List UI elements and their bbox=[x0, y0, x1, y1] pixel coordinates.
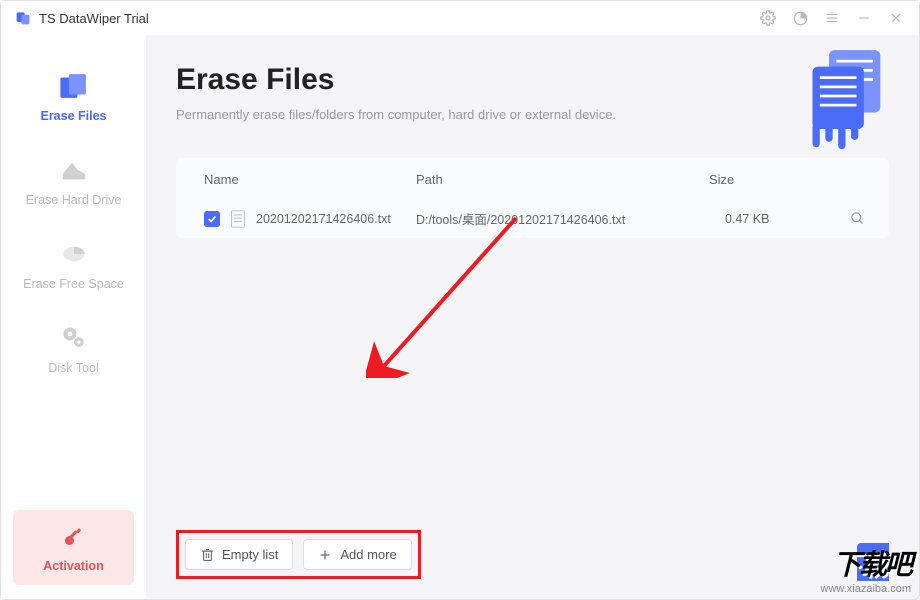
sidebar-item-label: Erase Files bbox=[40, 109, 106, 123]
sidebar-item-disk-tool[interactable]: Disk Tool bbox=[1, 305, 146, 389]
list-header: Name Path Size bbox=[196, 172, 869, 199]
sidebar-item-label: Erase Hard Drive bbox=[26, 193, 122, 207]
annotation-highlight-box: Empty list Add more bbox=[176, 530, 421, 579]
file-icon bbox=[230, 210, 246, 228]
activation-label: Activation bbox=[43, 559, 103, 573]
sidebar-item-erase-files[interactable]: Erase Files bbox=[1, 53, 146, 137]
add-more-button[interactable]: Add more bbox=[303, 539, 411, 570]
menu-icon[interactable] bbox=[823, 9, 841, 27]
titlebar: TS DataWiper Trial bbox=[1, 1, 919, 35]
gear-icon[interactable] bbox=[759, 9, 777, 27]
hard-drive-icon bbox=[56, 155, 92, 185]
page-title: Erase Files bbox=[176, 63, 889, 97]
row-path: D:/tools/桌面/20201202171426406.txt bbox=[416, 209, 725, 228]
clock-icon[interactable] bbox=[791, 9, 809, 27]
table-row[interactable]: 20201202171426406.txt D:/tools/桌面/202012… bbox=[196, 199, 869, 238]
col-header-path: Path bbox=[416, 172, 709, 187]
empty-list-button[interactable]: Empty list bbox=[185, 539, 293, 570]
titlebar-controls bbox=[759, 9, 905, 27]
row-filename: 20201202171426406.txt bbox=[256, 212, 391, 226]
pie-chart-icon bbox=[56, 239, 92, 269]
file-list: Name Path Size 20201202171426406.txt D:/… bbox=[176, 158, 889, 238]
sidebar-item-erase-free-space[interactable]: Erase Free Space bbox=[1, 221, 146, 305]
plus-icon bbox=[318, 549, 332, 561]
page-subtitle: Permanently erase files/folders from com… bbox=[176, 107, 889, 122]
checkbox-icon[interactable] bbox=[204, 211, 220, 227]
key-icon bbox=[62, 524, 86, 553]
close-icon[interactable] bbox=[887, 9, 905, 27]
erase-files-icon bbox=[56, 71, 92, 101]
app-logo-icon bbox=[15, 10, 31, 26]
trash-icon bbox=[200, 548, 214, 562]
sidebar-item-label: Disk Tool bbox=[48, 361, 98, 375]
col-header-name: Name bbox=[196, 172, 416, 187]
bottom-bar: Empty list Add more bbox=[176, 530, 889, 581]
primary-action-partial[interactable] bbox=[857, 543, 889, 581]
window-title: TS DataWiper Trial bbox=[39, 11, 149, 26]
sidebar-item-erase-hard-drive[interactable]: Erase Hard Drive bbox=[1, 137, 146, 221]
row-size: 0.47 KB bbox=[725, 212, 845, 226]
add-more-label: Add more bbox=[340, 547, 396, 562]
minimize-icon[interactable] bbox=[855, 9, 873, 27]
main-content: Erase Files Permanently erase files/fold… bbox=[146, 35, 919, 599]
activation-button[interactable]: Activation bbox=[13, 510, 134, 585]
gear-tools-icon bbox=[56, 323, 92, 353]
col-header-size: Size bbox=[709, 172, 829, 187]
sidebar: Erase Files Erase Hard Drive Erase Free … bbox=[1, 35, 146, 599]
search-icon[interactable] bbox=[845, 211, 869, 226]
erase-files-illustration-icon bbox=[785, 41, 895, 151]
empty-list-label: Empty list bbox=[222, 547, 278, 562]
sidebar-item-label: Erase Free Space bbox=[23, 277, 124, 291]
